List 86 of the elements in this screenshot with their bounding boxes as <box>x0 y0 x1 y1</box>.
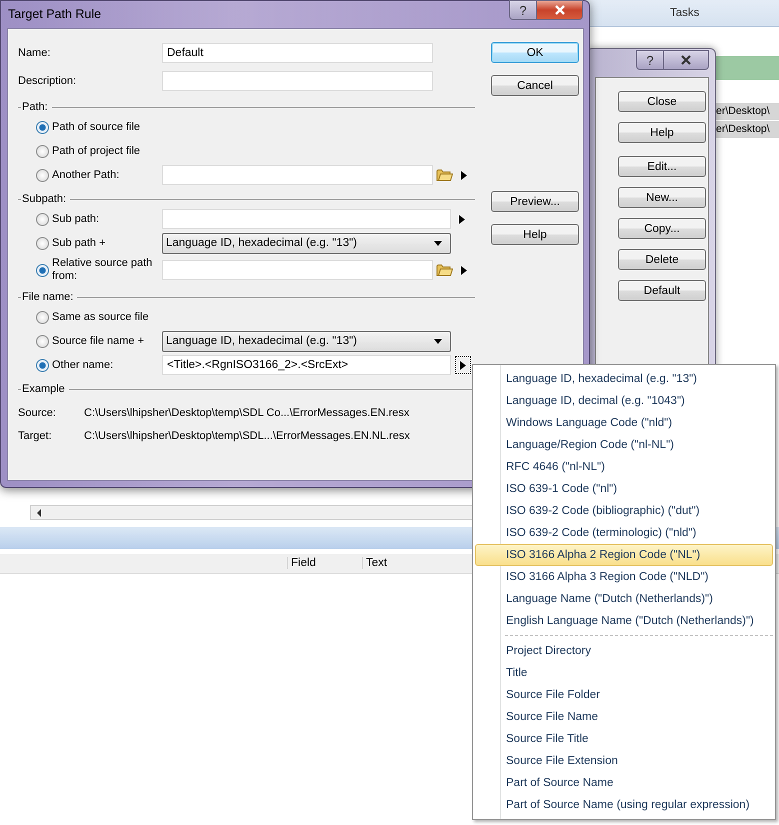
menu-item[interactable]: Title <box>475 662 773 684</box>
dialog-button[interactable]: Copy... <box>618 218 706 239</box>
description-field[interactable] <box>162 71 433 91</box>
radio-button[interactable] <box>36 334 49 348</box>
triangle-right-icon[interactable] <box>460 360 466 370</box>
column-header[interactable]: Text <box>362 557 388 569</box>
radio-label: Path of project file <box>52 144 142 158</box>
menu-item[interactable]: Part of Source Name <box>475 772 773 794</box>
menu-item[interactable]: ISO 639-2 Code (terminologic) ("nld") <box>475 522 773 544</box>
path-field[interactable] <box>162 260 433 280</box>
menu-item[interactable]: Language/Region Code ("nl-NL") <box>475 434 773 456</box>
menu-item[interactable]: Source File Folder <box>475 684 773 706</box>
menu-item[interactable]: Language ID, decimal (e.g. "1043") <box>475 390 773 412</box>
menu-item[interactable]: Language Name ("Dutch (Netherlands)") <box>475 588 773 610</box>
menu-item[interactable]: RFC 4646 ("nl-NL") <box>475 456 773 478</box>
dialog-button[interactable]: OK <box>491 42 579 63</box>
help-button[interactable]: ? <box>509 0 537 20</box>
insert-menu-button[interactable] <box>455 356 471 374</box>
example-path: C:\Users\lhipsher\Desktop\temp\SDL...\ErrorMessages.EN.NL.resx <box>84 430 410 444</box>
radio-label: Relative source path from: <box>52 257 154 283</box>
column-header[interactable]: Field <box>287 557 316 569</box>
dropdown[interactable]: Language ID, hexadecimal (e.g. "13") <box>162 232 451 254</box>
radio-label: Another Path: <box>52 168 120 182</box>
menu-item[interactable]: ISO 3166 Alpha 2 Region Code ("NL") <box>475 544 773 566</box>
dropdown[interactable]: Language ID, hexadecimal (e.g. "13") <box>162 330 451 352</box>
radio-button[interactable] <box>36 144 49 158</box>
menu-item[interactable]: ISO 639-2 Code (bibliographic) ("dut") <box>475 500 773 522</box>
file-name-field[interactable]: <Title>.<RgnISO3166_2>.<SrcExt> <box>162 355 451 375</box>
example-label: Target: <box>18 430 53 444</box>
menu-item[interactable]: ISO 3166 Alpha 3 Region Code ("NLD") <box>475 566 773 588</box>
field-label: Description: <box>18 75 78 87</box>
triangle-right-icon[interactable] <box>459 214 465 224</box>
group-title: File name: <box>21 291 74 303</box>
radio-button[interactable] <box>36 236 49 250</box>
group-title: Subpath: <box>21 193 68 205</box>
menu-item[interactable]: Part of Source Name (using regular expression) <box>475 794 773 816</box>
example-path: C:\Users\lhipsher\Desktop\temp\SDL Co...\ErrorMessages.EN.resx <box>84 407 410 421</box>
dialog-button[interactable]: New... <box>618 187 706 208</box>
table-cell: er\Desktop\ <box>716 103 779 120</box>
close-icon[interactable] <box>680 55 692 65</box>
radio-button[interactable] <box>36 310 49 324</box>
radio-button[interactable] <box>36 168 49 182</box>
window-title: Target Path Rule <box>8 7 102 21</box>
menu-item[interactable]: ISO 639-1 Code ("nl") <box>475 478 773 500</box>
dropdown-caret-icon[interactable] <box>434 240 442 246</box>
dialog-button[interactable]: Close <box>618 91 706 112</box>
dropdown-caret-icon[interactable] <box>434 338 442 344</box>
dialog-button[interactable]: Help <box>618 122 706 143</box>
radio-label: Sub path: <box>52 212 100 226</box>
radio-label: Source file name + <box>52 334 146 348</box>
menu-item[interactable]: Project Directory <box>475 640 773 662</box>
field-label: Name: <box>18 47 52 59</box>
menu-item[interactable]: Windows Language Code ("nld") <box>475 412 773 434</box>
tasks-label: Tasks <box>670 7 700 19</box>
path-field[interactable] <box>162 165 433 185</box>
menu-item[interactable]: English Language Name ("Dutch (Netherlands)") <box>475 610 773 632</box>
radio-label: Same as source file <box>52 310 150 324</box>
radio-button[interactable] <box>36 120 49 134</box>
subpath-field[interactable] <box>162 209 451 229</box>
help-button[interactable]: ? <box>636 50 664 70</box>
radio-button[interactable] <box>36 212 49 226</box>
menu-item[interactable]: Source File Name <box>475 706 773 728</box>
radio-label: Sub path + <box>52 236 107 250</box>
dialog-button[interactable]: Delete <box>618 249 706 270</box>
radio-button[interactable] <box>36 264 49 276</box>
triangle-right-icon[interactable] <box>461 266 467 274</box>
dialog-button[interactable]: Help <box>491 224 579 245</box>
close-button[interactable] <box>537 0 583 20</box>
name-field[interactable]: Default <box>162 43 433 63</box>
example-label: Source: <box>18 407 57 421</box>
dialog-button[interactable]: Cancel <box>491 75 579 96</box>
group-title: Path: <box>21 101 49 113</box>
menu-item[interactable]: Source File Title <box>475 728 773 750</box>
radio-label: Path of source file <box>52 120 142 134</box>
table-cell: er\Desktop\ <box>716 121 779 138</box>
group-title: Example <box>21 383 66 395</box>
radio-button[interactable] <box>36 358 49 372</box>
dialog-button[interactable]: Preview... <box>491 191 579 212</box>
dialog-button[interactable]: Default <box>618 280 706 301</box>
close-button[interactable] <box>664 50 709 70</box>
scroll-left-icon[interactable] <box>36 509 42 517</box>
menu-item[interactable]: Language ID, hexadecimal (e.g. "13") <box>475 368 773 390</box>
triangle-right-icon[interactable] <box>461 170 467 180</box>
radio-label: Other name: <box>52 358 114 372</box>
menu-item[interactable]: Source File Extension <box>475 750 773 772</box>
dialog-button[interactable]: Edit... <box>618 156 706 177</box>
